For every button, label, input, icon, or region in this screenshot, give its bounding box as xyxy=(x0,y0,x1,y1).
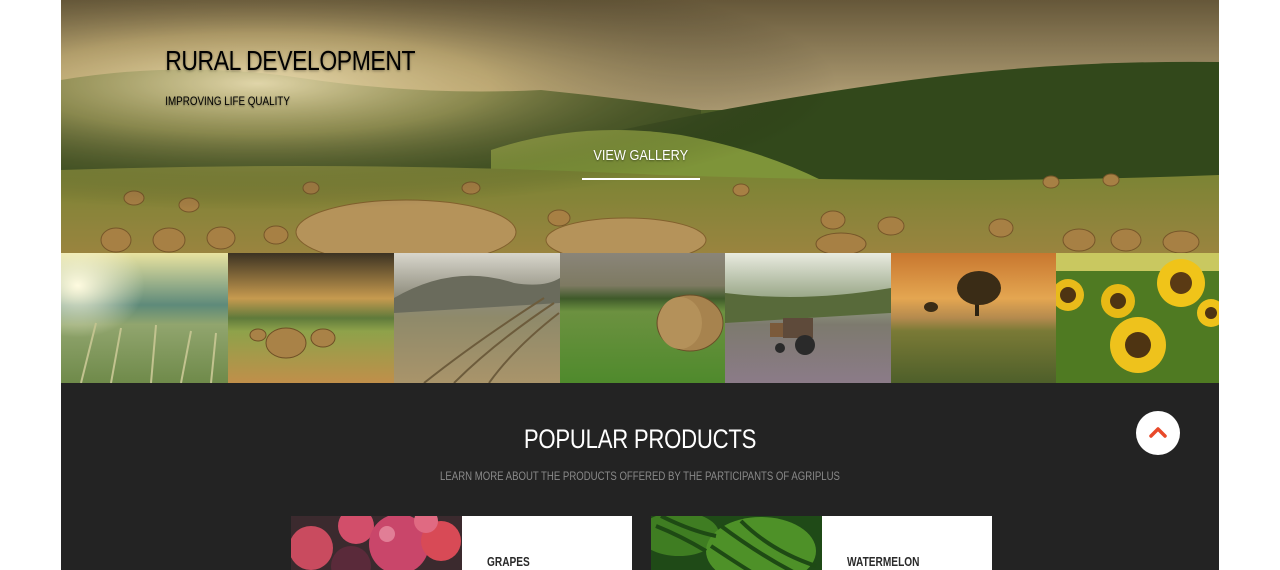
gallery-thumb-lone-tree-sunset[interactable] xyxy=(891,253,1056,383)
gallery-thumb-hay-bale-meadow[interactable] xyxy=(560,253,725,383)
gallery-thumb-tractor-field[interactable] xyxy=(725,253,891,383)
view-gallery-label: VIEW GALLERY xyxy=(593,147,689,164)
hero-banner: RURAL DEVELOPMENT IMPROVING LIFE QUALITY… xyxy=(61,0,1219,253)
popular-products-subtitle: LEARN MORE ABOUT THE PRODUCTS OFFERED BY… xyxy=(440,469,840,483)
product-name-watermelon: WATERMELON xyxy=(847,554,920,569)
hero-landscape-image xyxy=(61,0,1219,253)
popular-products-title: POPULAR PRODUCTS xyxy=(523,424,757,454)
grapes-image xyxy=(291,516,462,570)
watermelon-image xyxy=(651,516,822,570)
hero-title: RURAL DEVELOPMENT xyxy=(165,45,416,76)
page: RURAL DEVELOPMENT IMPROVING LIFE QUALITY… xyxy=(61,0,1219,570)
product-name-grapes: GRAPES xyxy=(487,554,530,569)
gallery-thumb-wheat-field-sunrise[interactable] xyxy=(61,253,228,383)
chevron-up-icon xyxy=(1149,427,1167,438)
gallery-strip xyxy=(61,253,1219,383)
product-card-grapes[interactable]: GRAPES xyxy=(291,516,632,570)
view-gallery-button[interactable]: VIEW GALLERY xyxy=(582,146,700,180)
gallery-thumb-sunflowers[interactable] xyxy=(1056,253,1219,383)
scroll-to-top-button[interactable] xyxy=(1136,411,1180,455)
product-card-watermelon[interactable]: WATERMELON xyxy=(651,516,992,570)
hero-subtitle: IMPROVING LIFE QUALITY xyxy=(165,94,290,108)
gallery-thumb-hay-bales-sunset[interactable] xyxy=(228,253,394,383)
gallery-thumb-plowed-field-mist[interactable] xyxy=(394,253,560,383)
